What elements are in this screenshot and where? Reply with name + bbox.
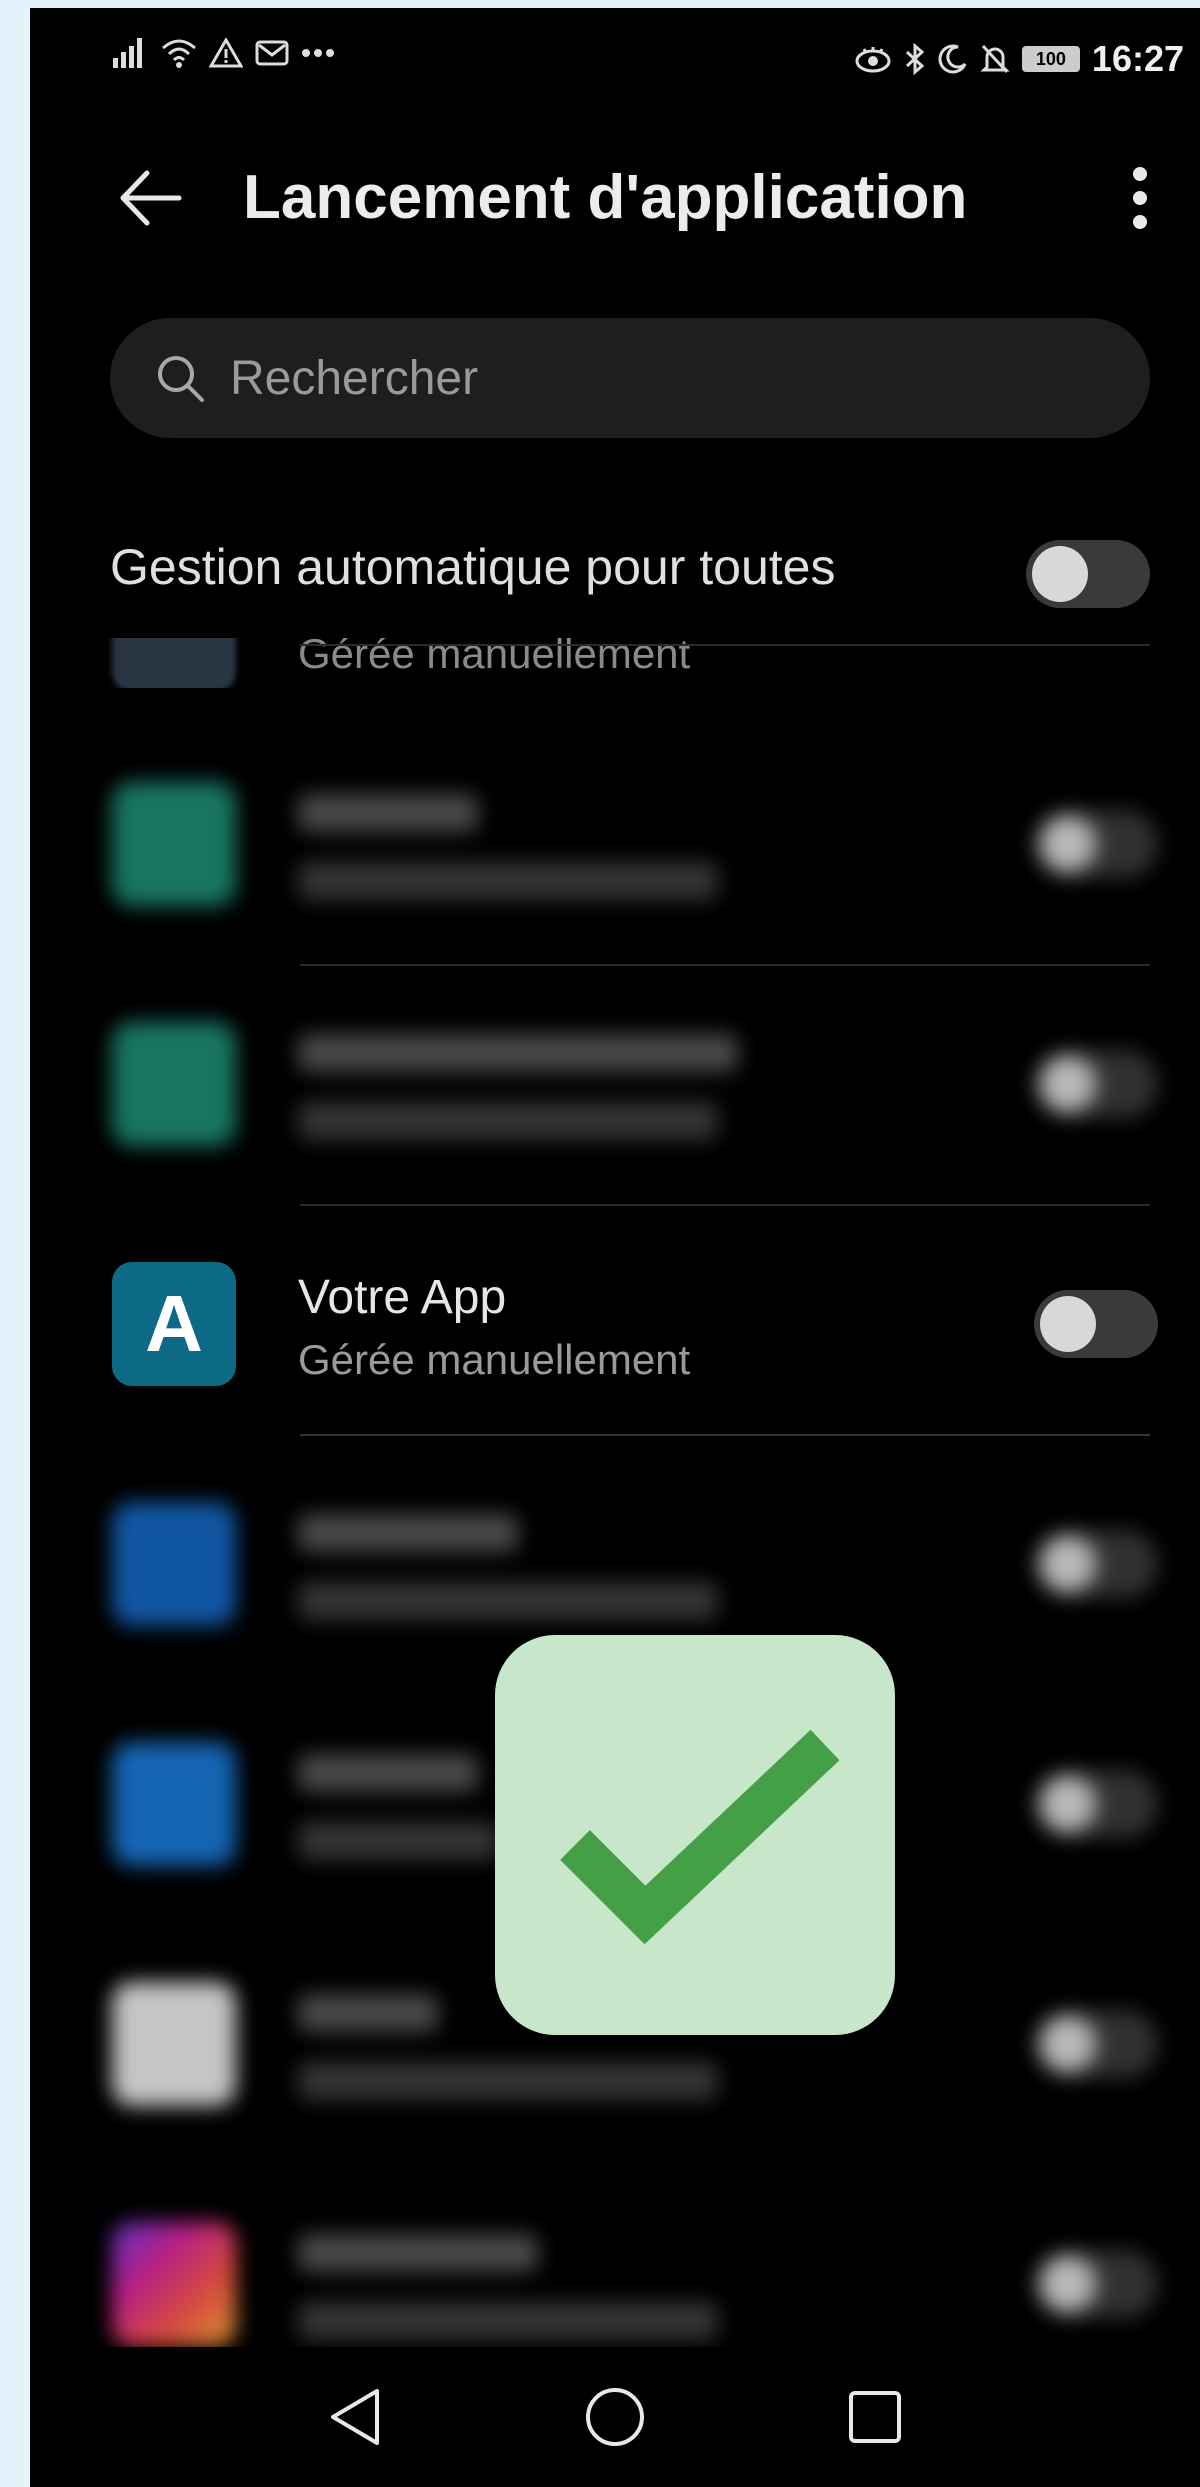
toggle-knob: [1040, 1296, 1096, 1352]
wifi-icon: [161, 38, 197, 68]
nav-recents-button[interactable]: [835, 2377, 915, 2457]
toggle-knob: [1040, 2256, 1096, 2312]
app-toggle[interactable]: [1034, 2010, 1158, 2078]
app-icon-letter: A: [145, 1279, 203, 1368]
toggle-knob: [1040, 816, 1096, 872]
auto-manage-label: Gestion automatique pour toutes: [110, 539, 836, 595]
app-icon: [112, 1742, 236, 1866]
auto-manage-row[interactable]: Gestion automatique pour toutes: [110, 518, 1170, 628]
toggle-knob: [1040, 1536, 1096, 1592]
status-time: 16:27: [1091, 38, 1184, 79]
nav-home-button[interactable]: [575, 2377, 655, 2457]
votre-app-toggle[interactable]: [1034, 1290, 1158, 1358]
app-toggle[interactable]: [1034, 1530, 1158, 1598]
toggle-knob: [1032, 546, 1088, 602]
app-icon-votre-app: A: [112, 1262, 236, 1386]
eye-icon: [854, 45, 892, 73]
blurred-text: [298, 1994, 438, 2032]
blurred-text: [298, 2302, 718, 2340]
back-button[interactable]: [110, 158, 190, 238]
more-dots-icon: [301, 47, 337, 59]
checkmark-icon: [560, 1729, 840, 1945]
list-item-blurred[interactable]: [30, 724, 1200, 964]
app-icon-partial: [112, 638, 236, 688]
blurred-text: [298, 2234, 538, 2272]
app-bar: Lancement d'application: [30, 138, 1200, 258]
more-options-button[interactable]: [1110, 158, 1170, 238]
app-name: Votre App: [298, 1271, 507, 1324]
search-input[interactable]: [228, 349, 1032, 407]
navigation-bar: [30, 2347, 1200, 2487]
app-toggle[interactable]: [1034, 2250, 1158, 2318]
arrow-left-icon: [120, 170, 182, 226]
app-toggle[interactable]: [1034, 1050, 1158, 1118]
battery-indicator: 100: [1021, 46, 1080, 72]
toggle-knob: [1040, 1056, 1096, 1112]
app-icon: [112, 1022, 236, 1146]
list-item-votre-app[interactable]: A Votre App Gérée manuellement: [30, 1204, 1200, 1444]
blurred-text: [298, 1514, 518, 1552]
blurred-text: [298, 1582, 718, 1620]
blurred-text: [298, 1822, 498, 1860]
list-divider: [300, 644, 1150, 646]
blurred-text: [298, 2062, 718, 2100]
page-title: Lancement d'application: [243, 163, 968, 232]
blurred-text: [298, 862, 718, 900]
phone-screen: 100 16:27 Lancement d'application Gestio…: [30, 8, 1200, 2487]
bell-off-icon: [980, 43, 1010, 75]
status-right-icons: 100 16:27: [854, 38, 1184, 80]
list-item-blurred[interactable]: [30, 964, 1200, 1204]
recents-square-icon: [849, 2391, 901, 2443]
list-divider: [300, 1434, 1150, 1436]
home-circle-icon: [586, 2388, 644, 2446]
status-bar: 100 16:27: [30, 8, 1200, 98]
bluetooth-icon: [904, 43, 926, 75]
app-icon: [112, 782, 236, 906]
toggle-knob: [1040, 1776, 1096, 1832]
app-icon: [112, 1502, 236, 1626]
auto-manage-toggle[interactable]: [1026, 540, 1150, 608]
app-status: Gérée manuellement: [298, 1336, 691, 1383]
blurred-text: [298, 1754, 478, 1792]
blurred-text: [298, 1034, 738, 1072]
app-icon: [112, 2222, 236, 2346]
blurred-text: [298, 1102, 718, 1140]
nav-back-button[interactable]: [315, 2377, 395, 2457]
toggle-knob: [1040, 2016, 1096, 2072]
app-icon: [112, 1982, 236, 2106]
success-overlay: [495, 1635, 895, 2035]
signal-icon: [113, 38, 149, 68]
moon-icon: [938, 44, 968, 74]
more-vertical-icon: [1133, 167, 1147, 229]
back-triangle-icon: [331, 2389, 379, 2445]
status-left-icons: [113, 38, 337, 68]
app-toggle[interactable]: [1034, 810, 1158, 878]
app-toggle[interactable]: [1034, 1770, 1158, 1838]
warning-icon: [209, 38, 243, 68]
mail-icon: [255, 39, 289, 67]
search-bar[interactable]: [110, 318, 1150, 438]
blurred-text: [298, 794, 478, 832]
search-icon: [152, 350, 208, 406]
